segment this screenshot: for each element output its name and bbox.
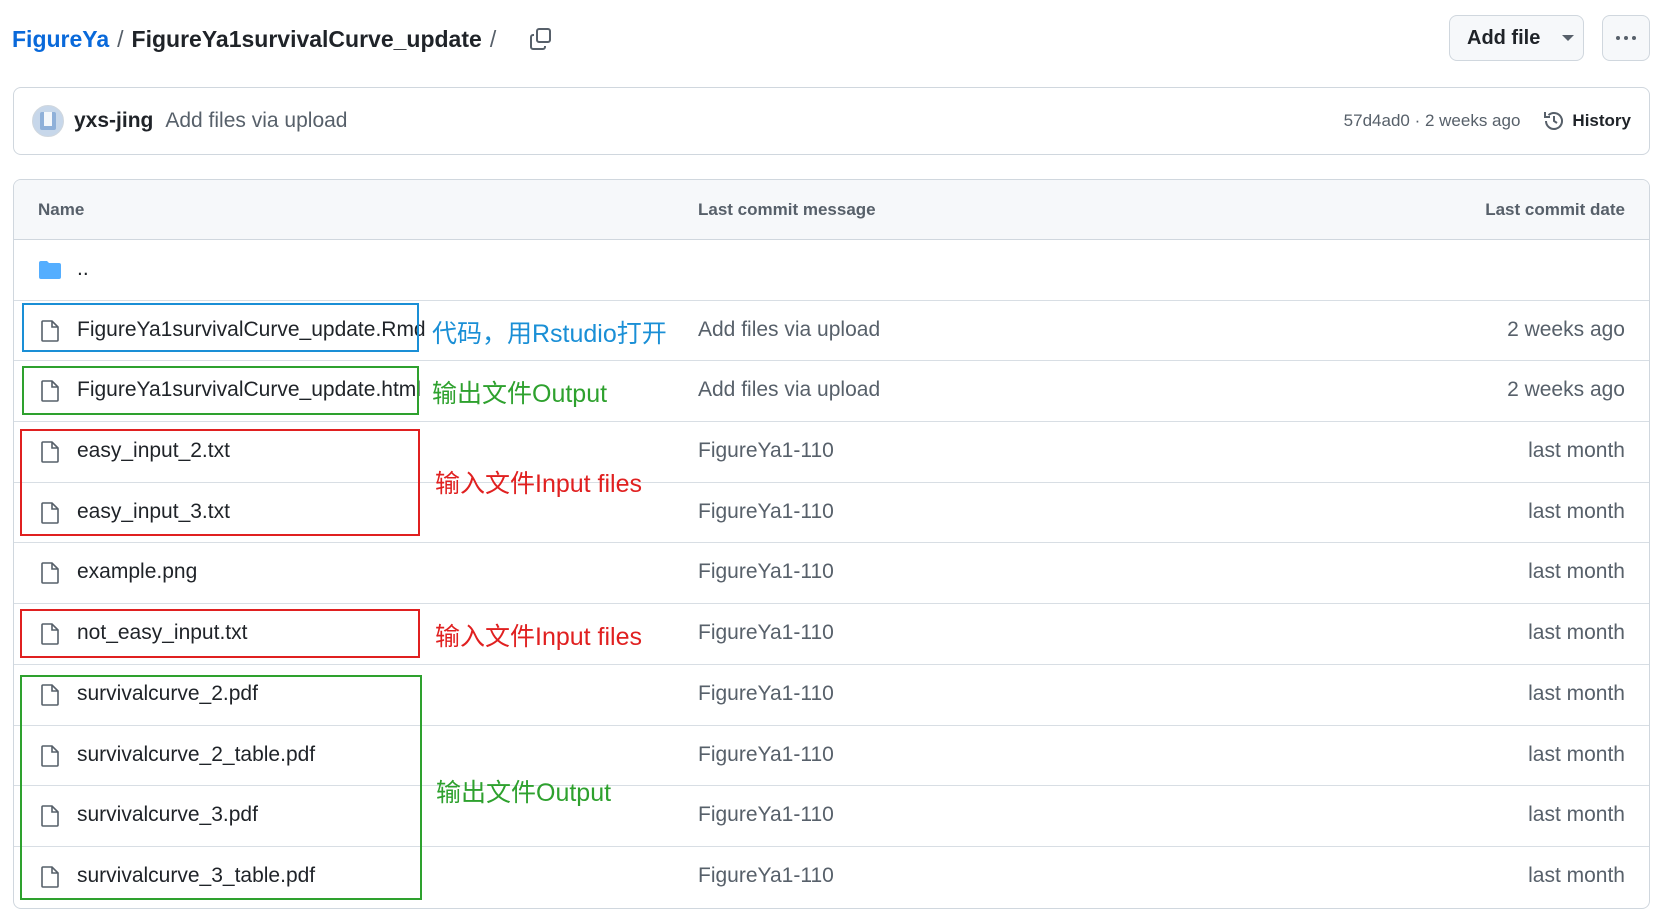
column-header-commit-message: Last commit message — [698, 200, 876, 219]
chevron-down-icon — [1562, 35, 1575, 41]
commit-date: last month — [1528, 499, 1625, 523]
commit-date: last month — [1528, 863, 1625, 887]
history-icon — [1544, 112, 1564, 130]
history-label: History — [1572, 111, 1631, 130]
breadcrumb: FigureYa / FigureYa1survivalCurve_update… — [12, 22, 558, 56]
copy-path-button[interactable] — [524, 22, 558, 56]
commit-date: last month — [1528, 439, 1625, 463]
commit-message-link[interactable]: FigureYa1-110 — [698, 621, 834, 645]
commit-date: 2 weeks ago — [1507, 378, 1625, 402]
commit-message-link[interactable]: FigureYa1-110 — [698, 560, 834, 584]
annotation-box-input — [20, 429, 420, 536]
kebab-horizontal-icon — [1616, 36, 1620, 40]
annotation-box-output — [22, 366, 419, 415]
commit-message-link[interactable]: FigureYa1-110 — [698, 500, 834, 524]
commit-message-link[interactable]: FigureYa1-110 — [698, 803, 834, 827]
commit-date: last month — [1528, 560, 1625, 584]
avatar[interactable] — [32, 105, 64, 137]
commit-date: 2 weeks ago — [1507, 317, 1625, 341]
commit-message-link[interactable]: FigureYa1-110 — [698, 439, 834, 463]
table-row[interactable]: example.png FigureYa1-110 last month — [14, 543, 1649, 605]
repo-directory-page: FigureYa / FigureYa1survivalCurve_update… — [0, 0, 1657, 918]
commit-date: last month — [1528, 681, 1625, 705]
table-header: Name Last commit message Last commit dat… — [14, 180, 1649, 240]
annotation-label-output: 输出文件Output — [432, 380, 608, 408]
annotation-box-output — [20, 675, 422, 900]
annotation-label-code: 代码，用Rstudio打开 — [432, 320, 667, 348]
file-name-link[interactable]: example.png — [77, 560, 197, 584]
add-file-label: Add file — [1467, 26, 1541, 49]
commit-hash-and-time[interactable]: 57d4ad0 · 2 weeks ago — [1344, 111, 1521, 131]
commit-message-link[interactable]: FigureYa1-110 — [698, 864, 834, 888]
commit-message-link[interactable]: FigureYa1-110 — [698, 743, 834, 767]
column-header-name: Name — [38, 200, 85, 219]
copy-icon — [530, 28, 552, 50]
breadcrumb-separator: / — [117, 25, 124, 52]
add-file-button[interactable]: Add file — [1449, 15, 1584, 61]
breadcrumb-current-folder: FigureYa1survivalCurve_update — [131, 25, 482, 52]
latest-commit-bar: yxs-jing Add files via upload 57d4ad0 · … — [13, 87, 1650, 155]
annotation-box-code — [22, 303, 419, 352]
history-button[interactable]: History — [1542, 109, 1631, 133]
parent-directory-link[interactable]: .. — [77, 257, 89, 281]
annotation-label-input: 输入文件Input files — [435, 470, 643, 498]
commit-date: last month — [1528, 803, 1625, 827]
annotation-label-output: 输出文件Output — [436, 779, 612, 807]
commit-author-link[interactable]: yxs-jing — [74, 109, 153, 133]
commit-message-link[interactable]: Add files via upload — [165, 109, 347, 133]
commit-message-link[interactable]: Add files via upload — [698, 318, 880, 342]
column-header-commit-date: Last commit date — [1485, 200, 1625, 219]
annotation-label-input: 输入文件Input files — [435, 623, 643, 651]
commit-message-link[interactable]: FigureYa1-110 — [698, 682, 834, 706]
file-icon — [41, 562, 59, 585]
breadcrumb-repo-link[interactable]: FigureYa — [12, 26, 109, 53]
commit-date: last month — [1528, 621, 1625, 645]
folder-icon — [39, 261, 61, 279]
table-row-parent-directory[interactable]: .. — [14, 240, 1649, 301]
commit-date: last month — [1528, 742, 1625, 766]
breadcrumb-trailing-separator: / — [489, 25, 497, 52]
annotation-box-input — [20, 609, 420, 658]
more-options-button[interactable] — [1602, 15, 1650, 61]
commit-message-link[interactable]: Add files via upload — [698, 378, 880, 402]
